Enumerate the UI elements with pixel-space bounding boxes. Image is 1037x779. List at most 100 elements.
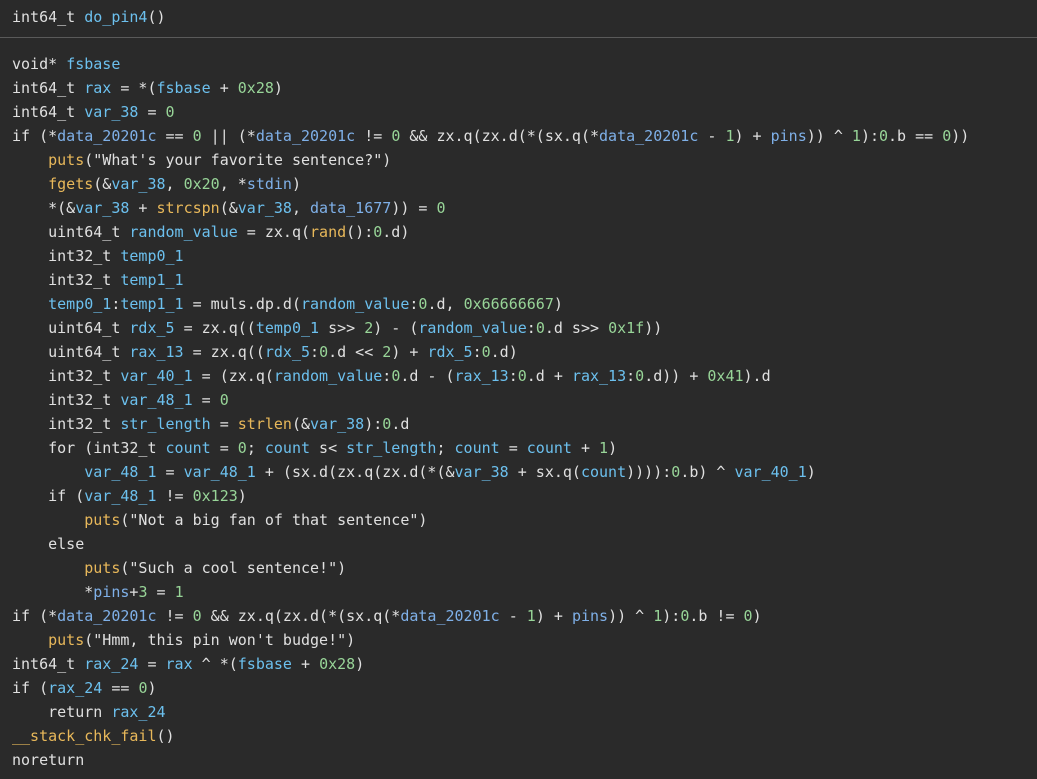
- code-line: puts("Such a cool sentence!"): [12, 556, 1037, 580]
- function-call[interactable]: __stack_chk_fail: [12, 727, 157, 745]
- function-call[interactable]: puts: [48, 631, 84, 649]
- data-symbol[interactable]: data_20201c: [57, 127, 156, 145]
- code-text: .d,: [427, 295, 464, 313]
- variable-token[interactable]: rax_24: [48, 679, 102, 697]
- data-symbol[interactable]: data_20201c: [256, 127, 355, 145]
- variable-token[interactable]: rdx_5: [427, 343, 472, 361]
- code-text: )))):: [626, 463, 672, 481]
- code-text: = muls.dp.d(: [183, 295, 301, 313]
- variable-token[interactable]: random_value: [129, 223, 237, 241]
- data-symbol[interactable]: data_20201c: [599, 127, 698, 145]
- code-text: *: [84, 583, 94, 601]
- variable-token[interactable]: var_38: [84, 103, 138, 121]
- variable-token[interactable]: var_40_1: [120, 367, 192, 385]
- variable-token[interactable]: count: [455, 439, 500, 457]
- number-literal: 1: [599, 439, 609, 457]
- number-literal: 0x28: [319, 655, 356, 673]
- function-call[interactable]: rand: [310, 223, 346, 241]
- decompiled-code-view: void* fsbase int64_t rax = *(fsbase + 0x2…: [0, 38, 1037, 772]
- number-literal: 0: [319, 343, 329, 361]
- variable-token[interactable]: str_length: [346, 439, 436, 457]
- number-literal: 0: [165, 103, 175, 121]
- variable-token[interactable]: var_48_1: [184, 463, 256, 481]
- variable-token[interactable]: count: [265, 439, 310, 457]
- variable-token[interactable]: rax_13: [129, 343, 183, 361]
- variable-token[interactable]: temp1_1: [120, 271, 183, 289]
- variable-token[interactable]: rax_24: [111, 703, 165, 721]
- code-line: return rax_24: [12, 700, 1037, 724]
- number-literal: 0: [680, 607, 690, 625]
- code-text: ;: [246, 439, 265, 457]
- function-call[interactable]: strlen: [238, 415, 292, 433]
- variable-token[interactable]: rax: [166, 655, 193, 673]
- function-call[interactable]: puts: [84, 511, 120, 529]
- code-line: *(&var_38 + strcspn(&var_38, data_1677))…: [12, 196, 1037, 220]
- variable-token[interactable]: var_38: [455, 463, 509, 481]
- data-symbol[interactable]: data_1677: [310, 199, 391, 217]
- variable-token[interactable]: rax_13: [572, 367, 626, 385]
- variable-token[interactable]: temp0_1: [120, 247, 183, 265]
- code-text: ):: [662, 607, 681, 625]
- data-symbol[interactable]: data_20201c: [400, 607, 499, 625]
- number-literal: 0: [481, 343, 491, 361]
- variable-token[interactable]: do_pin4: [84, 8, 147, 26]
- variable-token[interactable]: var_40_1: [735, 463, 807, 481]
- code-text: *(&: [48, 199, 76, 217]
- variable-token[interactable]: var_38: [111, 175, 165, 193]
- code-text: s<: [310, 439, 347, 457]
- variable-token[interactable]: rdx_5: [129, 319, 174, 337]
- variable-token[interactable]: var_48_1: [120, 391, 192, 409]
- number-literal: 0: [535, 319, 545, 337]
- variable-token[interactable]: count: [527, 439, 572, 457]
- variable-token[interactable]: count: [581, 463, 626, 481]
- code-text: ): [355, 655, 365, 673]
- variable-token[interactable]: var_38: [238, 199, 292, 217]
- function-signature-header: int64_t do_pin4(): [0, 0, 1037, 38]
- code-line: void* fsbase: [12, 52, 1037, 76]
- code-text: +: [291, 655, 320, 673]
- data-symbol[interactable]: pins: [572, 607, 608, 625]
- number-literal: 0: [635, 367, 645, 385]
- function-call[interactable]: puts: [48, 151, 84, 169]
- variable-token[interactable]: str_length: [120, 415, 210, 433]
- variable-token[interactable]: random_value: [301, 295, 409, 313]
- variable-token[interactable]: fsbase: [238, 655, 292, 673]
- data-symbol[interactable]: pins: [93, 583, 129, 601]
- variable-token[interactable]: temp1_1: [120, 295, 183, 313]
- data-symbol[interactable]: pins: [771, 127, 807, 145]
- variable-token[interactable]: temp0_1: [256, 319, 319, 337]
- code-line: if (rax_24 == 0): [12, 676, 1037, 700]
- data-symbol[interactable]: data_20201c: [57, 607, 156, 625]
- code-text: ==: [102, 679, 139, 697]
- code-text: -: [499, 607, 527, 625]
- variable-token[interactable]: fsbase: [66, 55, 120, 73]
- variable-token[interactable]: random_value: [274, 367, 382, 385]
- variable-token[interactable]: temp0_1: [48, 295, 111, 313]
- code-line: if (var_48_1 != 0x123): [12, 484, 1037, 508]
- function-call[interactable]: strcspn: [157, 199, 220, 217]
- variable-token[interactable]: var_38: [75, 199, 129, 217]
- code-line: uint64_t random_value = zx.q(rand():0.d): [12, 220, 1037, 244]
- variable-token[interactable]: var_48_1: [84, 463, 156, 481]
- variable-token[interactable]: fsbase: [157, 79, 211, 97]
- number-literal: 0x20: [183, 175, 220, 193]
- variable-token[interactable]: count: [166, 439, 211, 457]
- function-call[interactable]: fgets: [48, 175, 93, 193]
- code-text: )): [644, 319, 663, 337]
- code-text: :: [508, 367, 518, 385]
- variable-token[interactable]: rax_24: [84, 655, 138, 673]
- code-text: void*: [12, 55, 67, 73]
- variable-token[interactable]: var_48_1: [84, 487, 156, 505]
- variable-token[interactable]: rax: [84, 79, 111, 97]
- function-call[interactable]: puts: [84, 559, 120, 577]
- data-symbol[interactable]: stdin: [247, 175, 292, 193]
- code-text: !=: [156, 607, 193, 625]
- variable-token[interactable]: random_value: [418, 319, 526, 337]
- variable-token[interactable]: rdx_5: [265, 343, 310, 361]
- variable-token[interactable]: var_38: [310, 415, 364, 433]
- variable-token[interactable]: rax_13: [455, 367, 509, 385]
- number-literal: 0: [391, 367, 401, 385]
